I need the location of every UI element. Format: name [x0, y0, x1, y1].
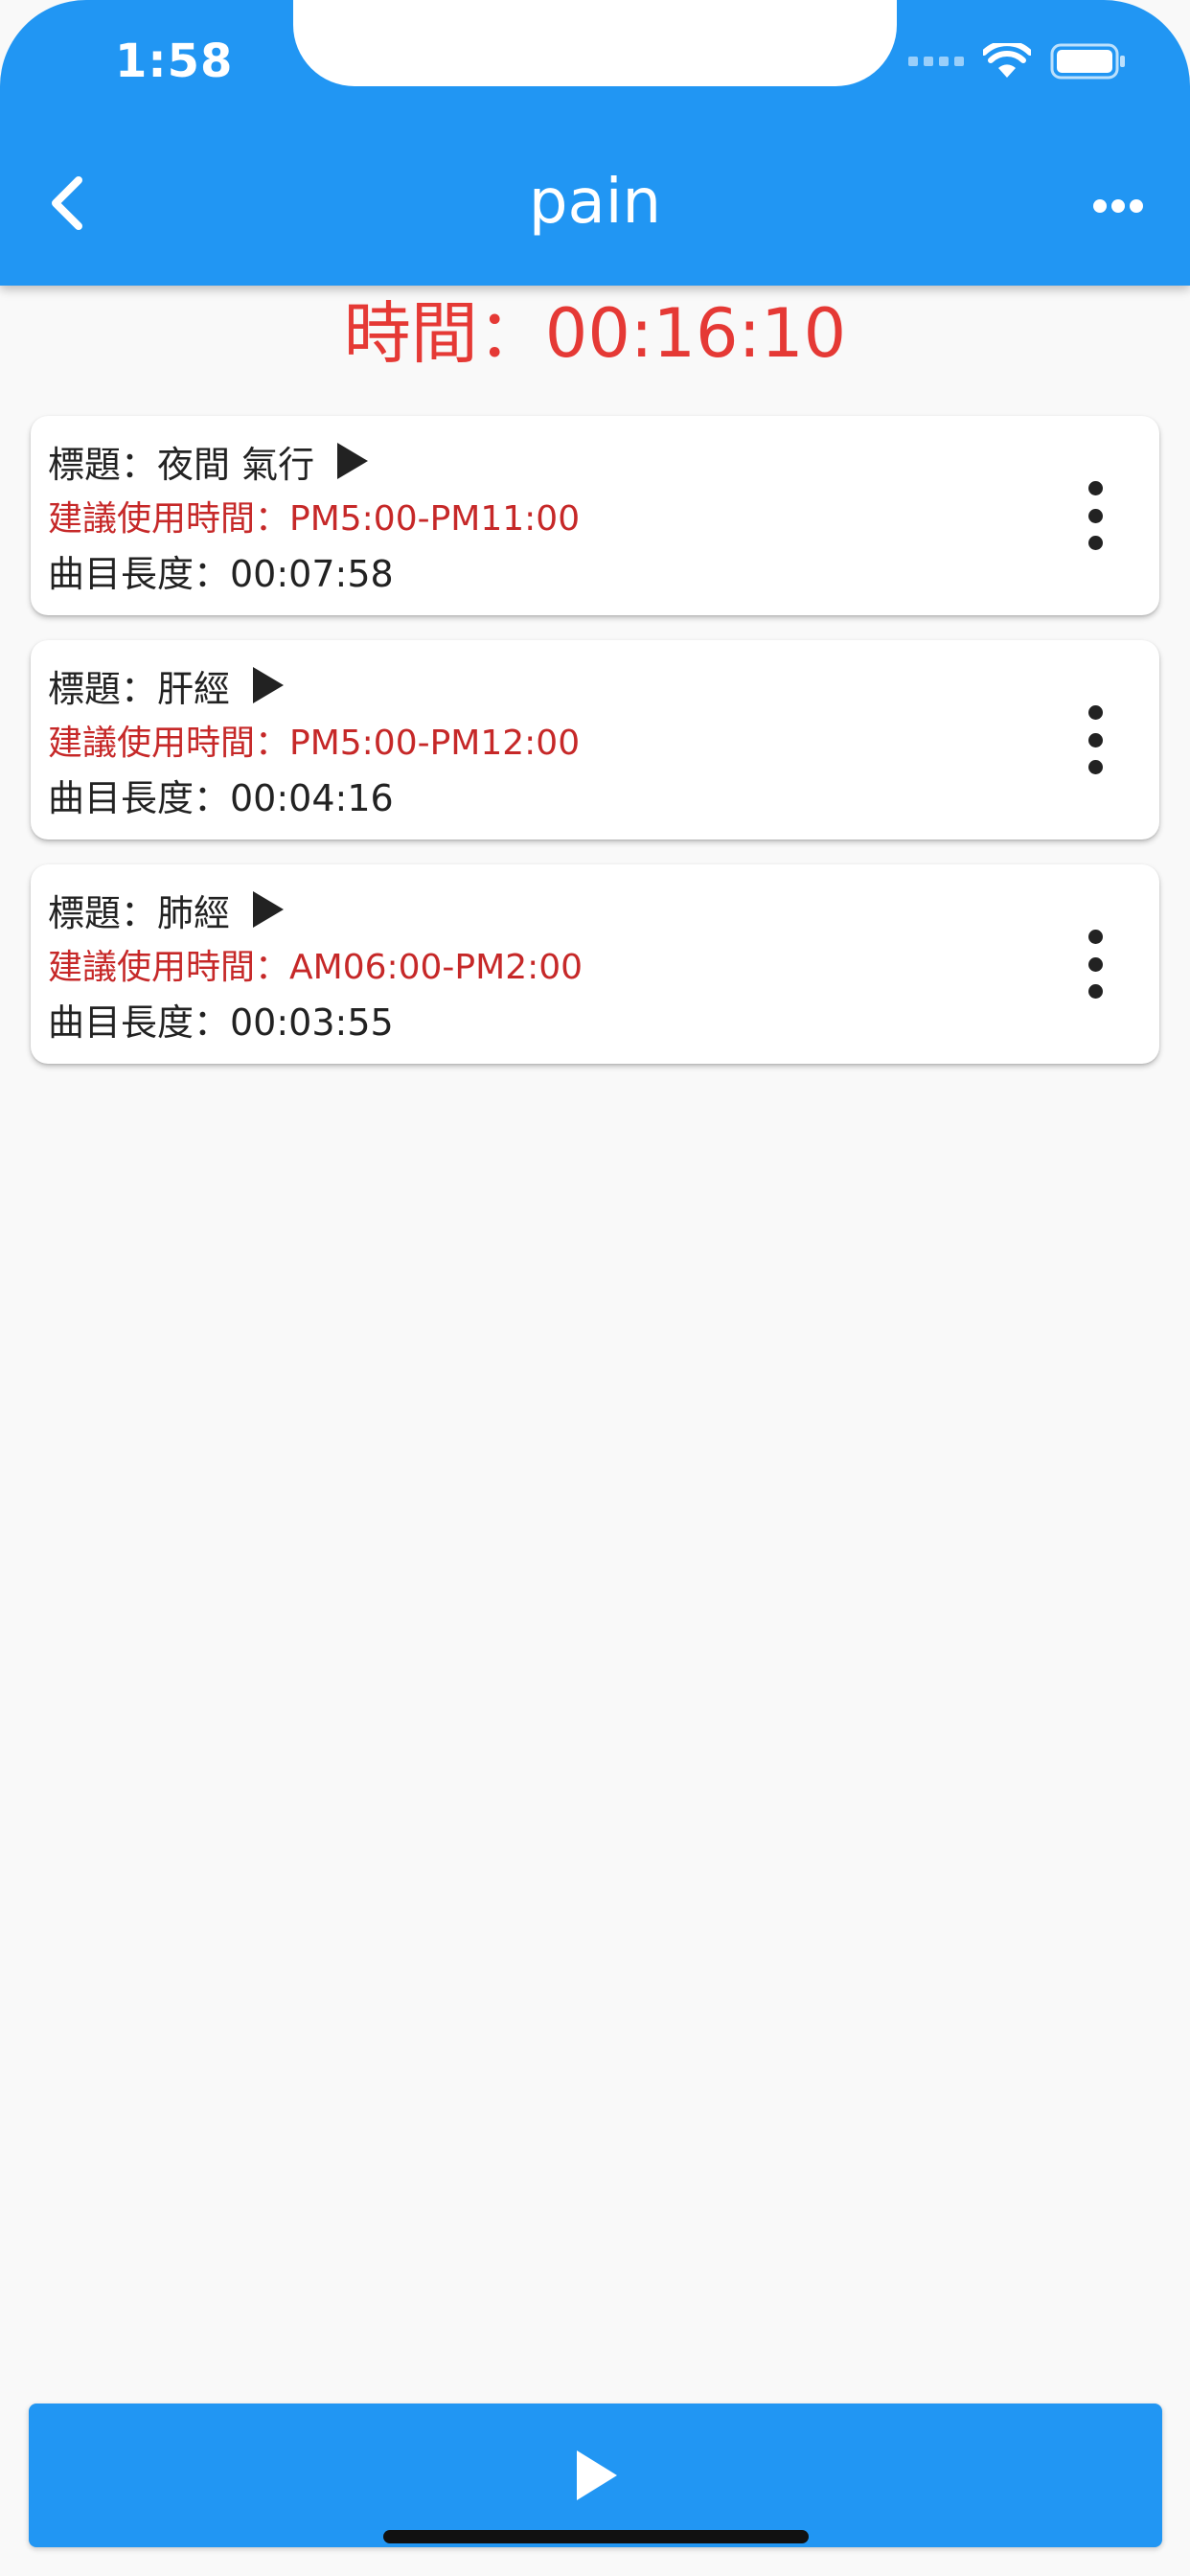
play-icon: [576, 2450, 617, 2500]
play-button[interactable]: [335, 441, 370, 481]
track-suggested-time: 建議使用時間：PM5:00-PM12:00: [48, 724, 581, 763]
more-vertical-icon[interactable]: [1081, 705, 1110, 774]
play-all-button[interactable]: [29, 2404, 1162, 2547]
status-time: 1:58: [115, 34, 234, 88]
signal-icon: [908, 57, 964, 66]
more-horizontal-icon: [1093, 199, 1143, 213]
track-suggested-time: 建議使用時間：AM06:00-PM2:00: [48, 948, 584, 987]
track-list: 標題：夜間 氣行 建議使用時間：PM5:00-PM11:00 曲目長度：00:0…: [31, 416, 1159, 1089]
play-icon: [337, 443, 369, 479]
play-icon: [253, 891, 285, 928]
app-bar: pain: [0, 144, 1190, 272]
track-title: 標題：肝經: [48, 667, 231, 710]
total-time: 時間：00:16:10: [343, 294, 847, 373]
track-length: 曲目長度：00:04:16: [48, 777, 394, 819]
track-length: 曲目長度：00:07:58: [48, 553, 394, 595]
track-card[interactable]: 標題：肝經 建議使用時間：PM5:00-PM12:00 曲目長度：00:04:1…: [31, 640, 1159, 840]
track-suggested-time: 建議使用時間：PM5:00-PM11:00: [48, 499, 581, 539]
status-icons: [908, 42, 1127, 80]
play-icon: [253, 667, 285, 703]
track-length: 曲目長度：00:03:55: [48, 1001, 394, 1044]
home-indicator: [383, 2530, 809, 2543]
phone-screen: 1:58 pain 時間：00:16:10 標題：夜間 氣行 建議使用時間：PM…: [0, 0, 1190, 2576]
play-button[interactable]: [251, 889, 286, 930]
more-button[interactable]: [1087, 182, 1150, 230]
play-button[interactable]: [251, 665, 286, 705]
track-title-row: 標題：肝經: [48, 654, 1159, 717]
track-title: 標題：肺經: [48, 891, 231, 934]
wifi-icon: [983, 43, 1031, 80]
notch: [293, 0, 897, 86]
track-title-row: 標題：夜間 氣行: [48, 429, 1159, 493]
track-title: 標題：夜間 氣行: [48, 443, 315, 486]
track-card[interactable]: 標題：肺經 建議使用時間：AM06:00-PM2:00 曲目長度：00:03:5…: [31, 864, 1159, 1064]
track-title-row: 標題：肺經: [48, 878, 1159, 941]
battery-icon: [1050, 42, 1127, 80]
track-card[interactable]: 標題：夜間 氣行 建議使用時間：PM5:00-PM11:00 曲目長度：00:0…: [31, 416, 1159, 615]
more-vertical-icon[interactable]: [1081, 481, 1110, 550]
page-title: pain: [528, 167, 662, 238]
more-vertical-icon[interactable]: [1081, 930, 1110, 999]
header: 1:58 pain: [0, 0, 1190, 286]
